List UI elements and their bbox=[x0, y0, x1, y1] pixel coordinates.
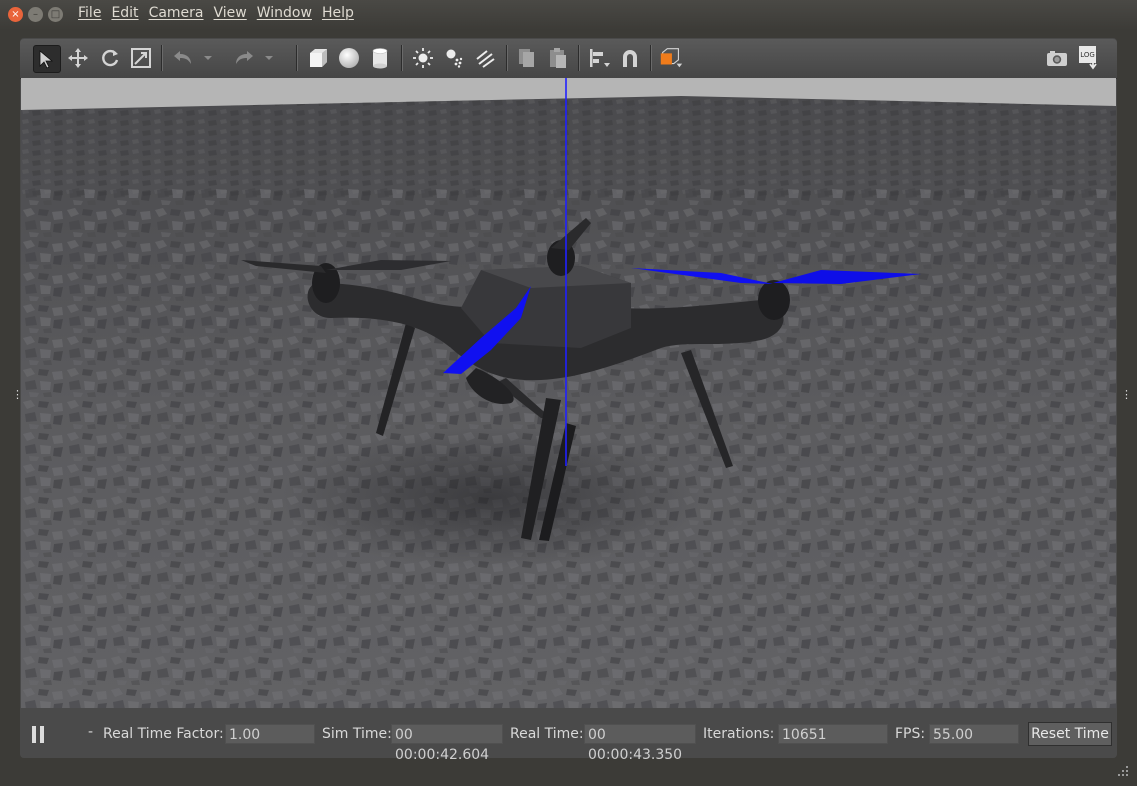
real-time-field: 00 00:00:43.350 bbox=[584, 724, 696, 763]
rotate-icon[interactable] bbox=[97, 45, 123, 71]
redo-dropdown-icon[interactable] bbox=[262, 45, 276, 71]
toolbar-separator bbox=[578, 45, 580, 71]
toolbar-separator bbox=[506, 45, 508, 71]
real-time-label: Real Time: bbox=[510, 726, 584, 742]
snap-magnet-icon[interactable] bbox=[617, 45, 643, 71]
iterations-label: Iterations: bbox=[703, 726, 775, 742]
directional-light-icon[interactable] bbox=[472, 45, 498, 71]
menu-edit[interactable]: Edit bbox=[111, 5, 138, 21]
iterations-field: 10651 bbox=[778, 724, 888, 744]
translate-icon[interactable] bbox=[65, 45, 91, 71]
select-arrow-icon[interactable] bbox=[33, 45, 61, 73]
spot-light-icon[interactable] bbox=[441, 45, 467, 71]
paste-icon[interactable] bbox=[545, 45, 571, 71]
close-window-button[interactable]: × bbox=[8, 7, 23, 22]
undo-dropdown-icon[interactable] bbox=[201, 45, 215, 71]
toolbar-separator bbox=[401, 45, 403, 71]
sphere-shape-icon[interactable] bbox=[336, 45, 362, 71]
maximize-window-button[interactable]: □ bbox=[48, 7, 63, 22]
redo-icon[interactable] bbox=[231, 45, 257, 71]
view-angle-icon[interactable] bbox=[658, 45, 684, 71]
sim-time-field: 00 00:00:42.604 bbox=[391, 724, 503, 763]
menu-file[interactable]: File bbox=[78, 5, 101, 21]
fps-label: FPS: bbox=[895, 726, 926, 742]
copy-icon[interactable] bbox=[514, 45, 540, 71]
right-panel-handle[interactable]: ⋮ bbox=[1121, 389, 1132, 400]
real-time-factor-label: Real Time Factor: bbox=[103, 726, 224, 742]
scene-render bbox=[21, 78, 1116, 708]
log-icon[interactable]: LOG bbox=[1075, 45, 1101, 71]
pause-icon[interactable] bbox=[30, 726, 46, 743]
menu-view[interactable]: View bbox=[214, 5, 247, 21]
log-label: LOG bbox=[1080, 51, 1095, 59]
toolbar-separator bbox=[296, 45, 298, 71]
toolbar-separator bbox=[161, 45, 163, 71]
menu-window[interactable]: Window bbox=[257, 5, 312, 21]
align-icon[interactable] bbox=[586, 45, 612, 71]
sim-time-label: Sim Time: bbox=[322, 726, 392, 742]
status-bar: - Real Time Factor: 1.00 Sim Time: 00 00… bbox=[20, 710, 1117, 763]
toolbar: LOG bbox=[20, 39, 1117, 79]
scale-icon[interactable] bbox=[128, 45, 154, 71]
point-light-icon[interactable] bbox=[410, 45, 436, 71]
screenshot-camera-icon[interactable] bbox=[1044, 45, 1070, 71]
step-button[interactable]: - bbox=[88, 724, 93, 740]
toolbar-separator bbox=[650, 45, 652, 71]
minimize-window-button[interactable]: – bbox=[28, 7, 43, 22]
menu-bar: File Edit Camera View Window Help bbox=[78, 5, 364, 21]
fps-field: 55.00 bbox=[929, 724, 1019, 744]
menu-help[interactable]: Help bbox=[322, 5, 354, 21]
box-shape-icon[interactable] bbox=[305, 45, 331, 71]
undo-icon[interactable] bbox=[170, 45, 196, 71]
title-bar: × – □ File Edit Camera View Window Help bbox=[0, 0, 1137, 30]
reset-time-button[interactable]: Reset Time bbox=[1028, 722, 1112, 746]
real-time-factor-field: 1.00 bbox=[225, 724, 315, 744]
cylinder-shape-icon[interactable] bbox=[367, 45, 393, 71]
scene-viewport[interactable] bbox=[21, 78, 1116, 708]
menu-camera[interactable]: Camera bbox=[149, 5, 204, 21]
resize-grip-icon[interactable] bbox=[1116, 764, 1130, 778]
